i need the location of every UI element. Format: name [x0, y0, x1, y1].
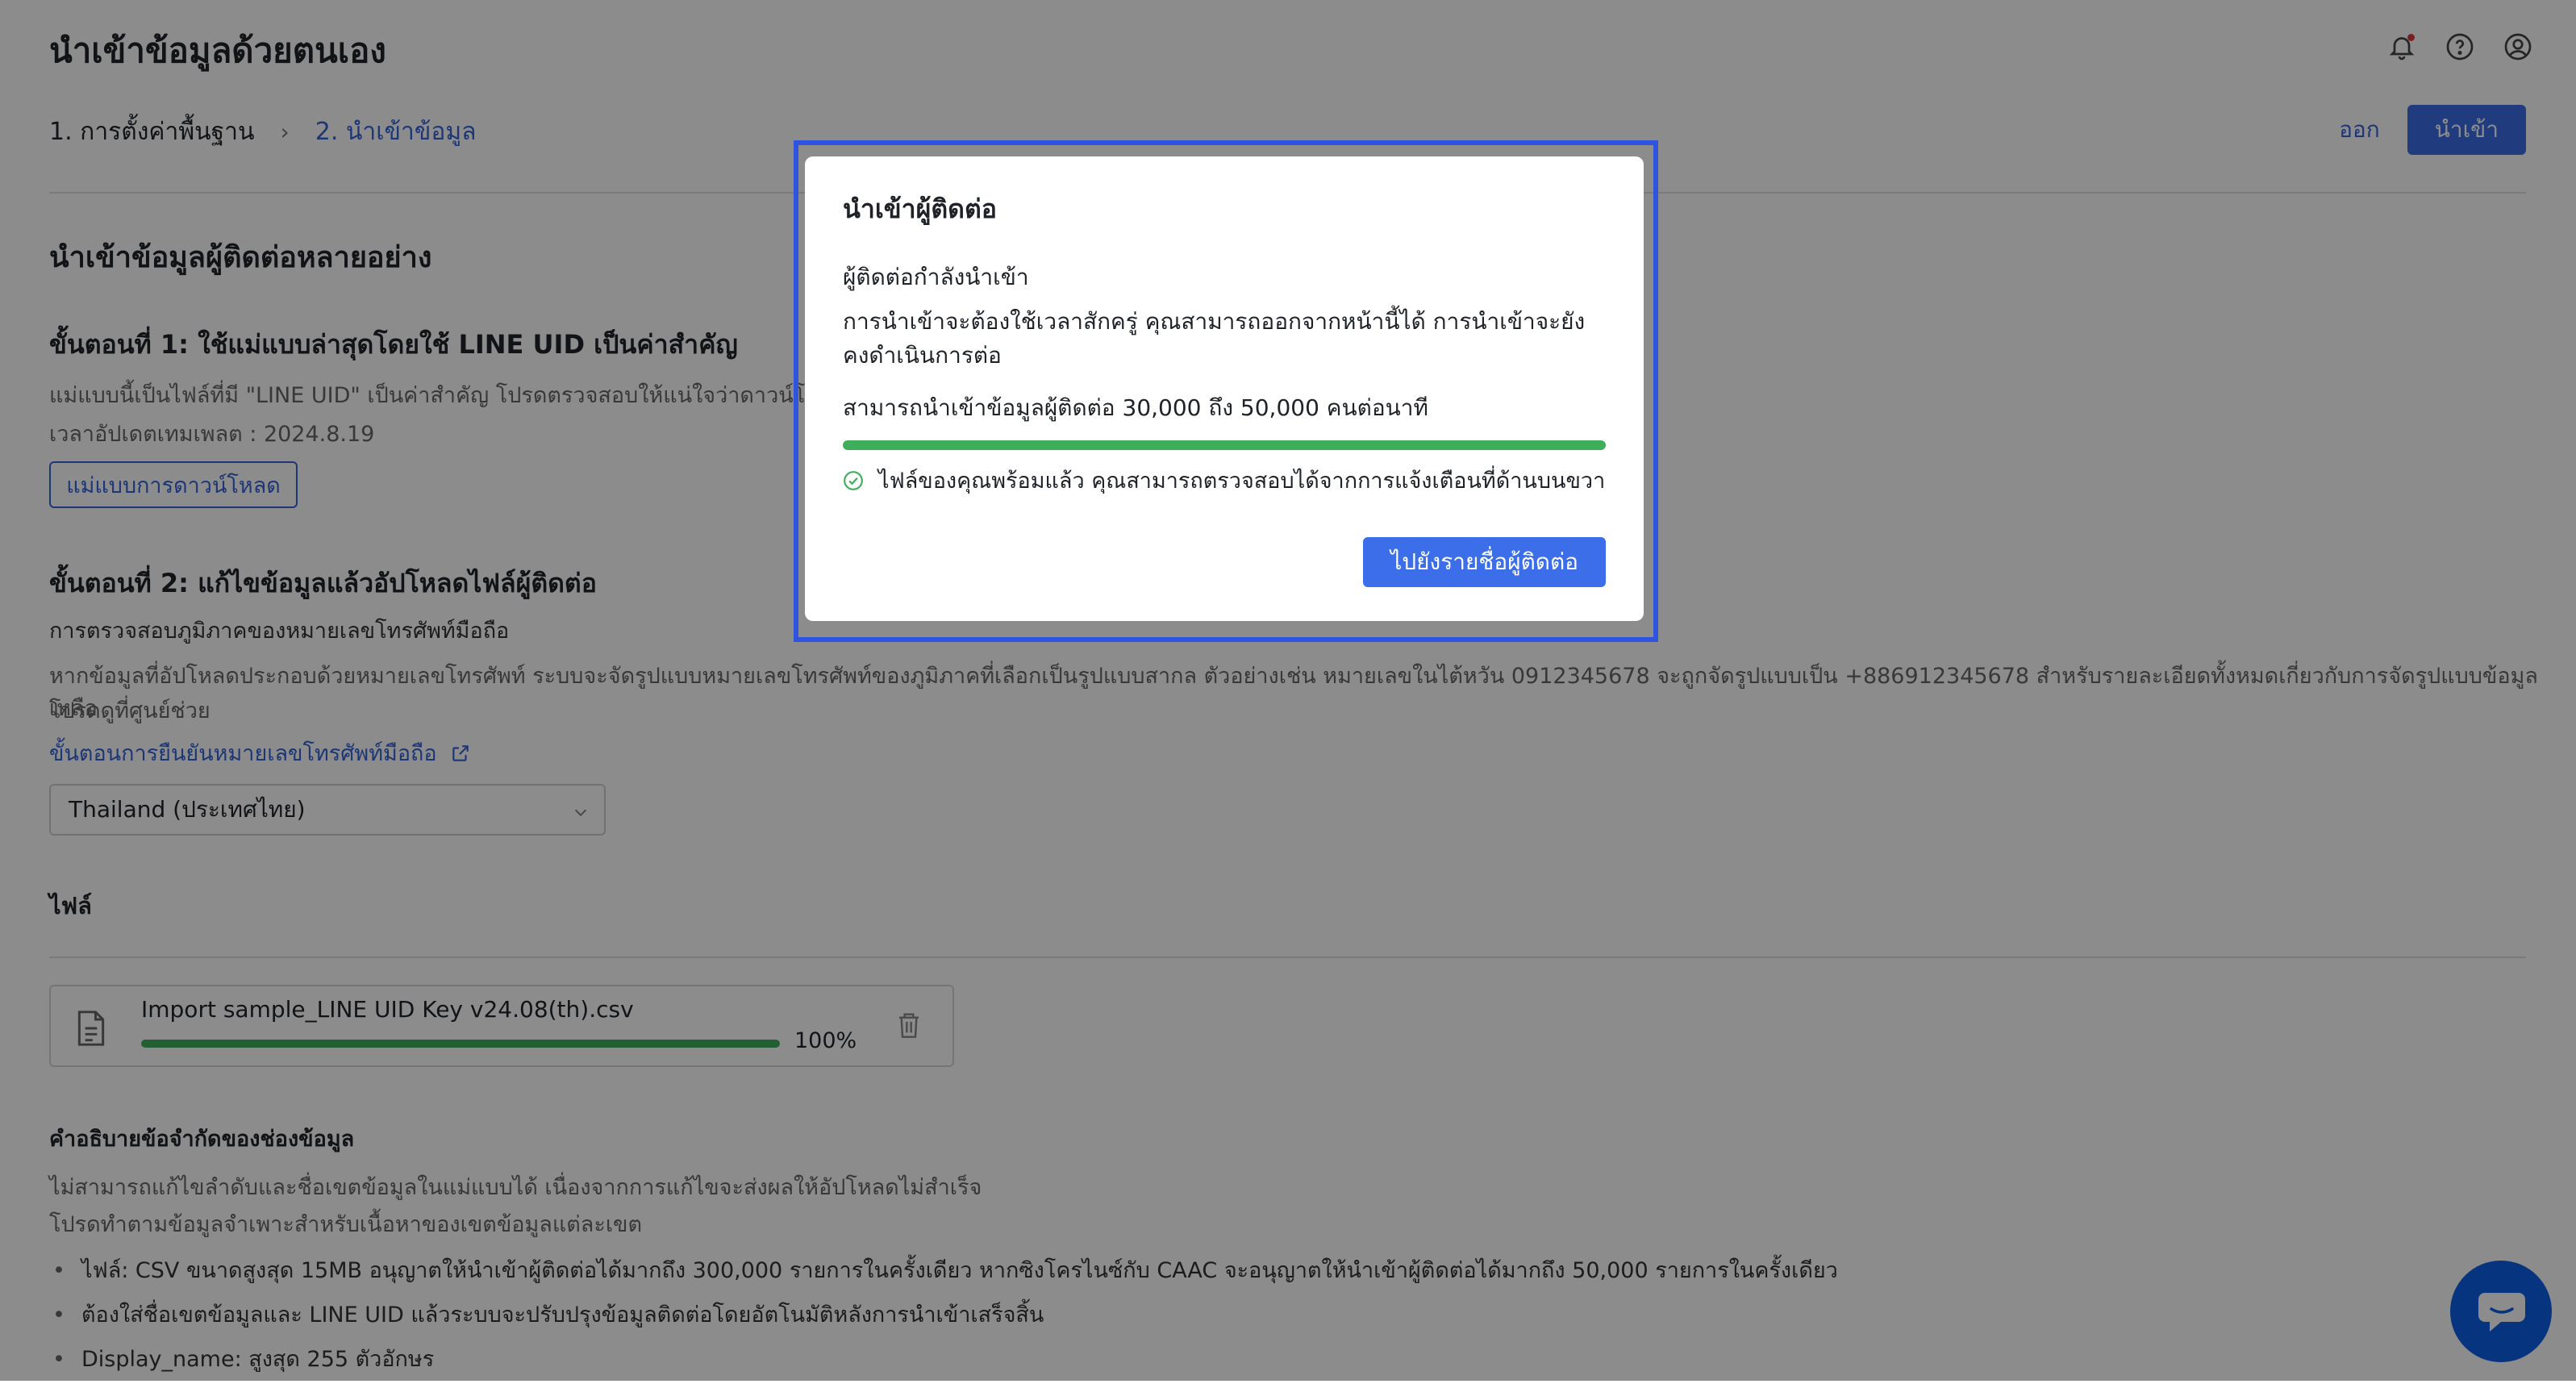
go-to-contacts-button[interactable]: ไปยังรายชื่อผู้ติดต่อ	[1363, 537, 1606, 587]
modal-ready-status: ไฟล์ของคุณพร้อมแล้ว คุณสามารถตรวจสอบได้จ…	[843, 463, 1605, 498]
modal-progress-bar	[843, 440, 1606, 450]
modal-rate: สามารถนำเข้าข้อมูลผู้ติดต่อ 30,000 ถึง 5…	[843, 394, 1428, 421]
import-modal: นำเข้าผู้ติดต่อ ผู้ติดต่อกำลังนำเข้า การ…	[805, 156, 1644, 621]
modal-progress-fill	[843, 440, 1606, 450]
modal-subtitle: ผู้ติดต่อกำลังนำเข้า	[843, 264, 1029, 290]
modal-description: การนำเข้าจะต้องใช้เวลาสักครู่ คุณสามารถอ…	[843, 308, 1586, 369]
modal-ready-text: ไฟล์ของคุณพร้อมแล้ว คุณสามารถตรวจสอบได้จ…	[878, 469, 1606, 494]
modal-title: นำเข้าผู้ติดต่อ	[843, 194, 997, 224]
check-circle-icon	[844, 470, 863, 490]
